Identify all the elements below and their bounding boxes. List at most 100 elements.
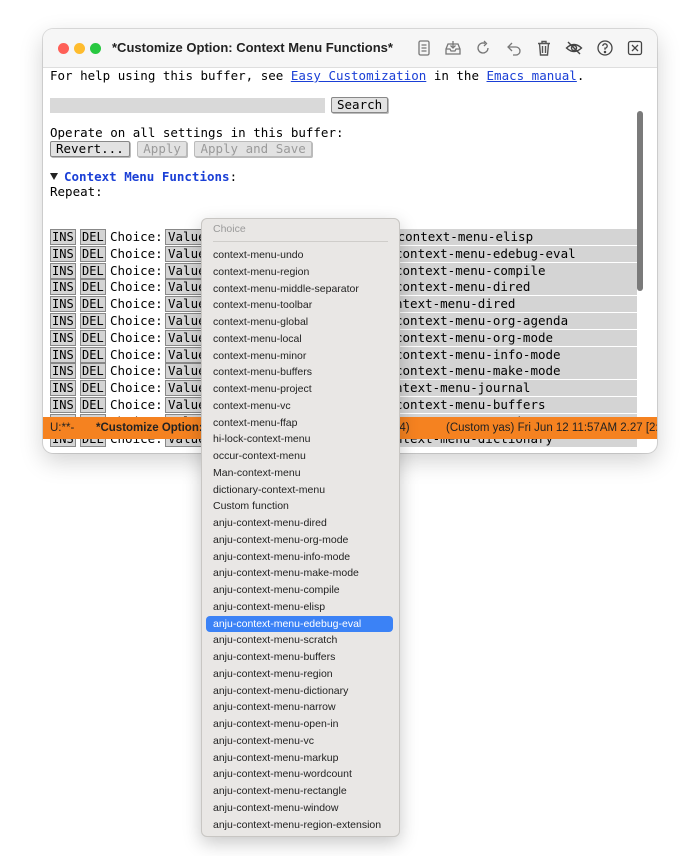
menu-item[interactable]: context-menu-region [206, 264, 393, 280]
menu-item[interactable]: dictionary-context-menu [206, 482, 393, 498]
custom-function-field[interactable]: context-menu-org-mode [395, 329, 637, 346]
undo-icon[interactable] [504, 38, 524, 58]
inbox-download-icon[interactable] [443, 38, 463, 58]
eye-slash-icon[interactable] [564, 38, 584, 58]
search-input[interactable] [50, 98, 325, 113]
menu-item[interactable]: anju-context-menu-edebug-eval [206, 615, 393, 632]
menu-item[interactable]: anju-context-menu-compile [206, 582, 393, 598]
del-button[interactable]: DEL [80, 229, 106, 245]
menu-item[interactable]: hi-lock-context-menu [206, 431, 393, 447]
menu-item[interactable]: anju-context-menu-buffers [206, 649, 393, 665]
menu-item[interactable]: Man-context-menu [206, 465, 393, 481]
ins-button[interactable]: INS [50, 262, 76, 279]
help-text-mid: in the [426, 68, 487, 83]
menu-item[interactable]: anju-context-menu-window [206, 800, 393, 816]
choice-label: Choice: [110, 262, 163, 278]
custom-function-field[interactable]: ntext-menu-dired [395, 296, 637, 313]
menu-item[interactable]: context-menu-ffap [206, 415, 393, 431]
custom-function-field[interactable]: context-menu-compile [395, 262, 637, 279]
del-button[interactable]: DEL [80, 346, 106, 363]
emacs-manual-link[interactable]: Emacs manual [487, 68, 577, 83]
menu-item[interactable]: context-menu-buffers [206, 364, 393, 380]
menu-item[interactable]: anju-context-menu-elisp [206, 599, 393, 615]
refresh-icon[interactable] [473, 38, 493, 58]
section-colon: : [229, 169, 238, 184]
minimize-window-button[interactable] [74, 43, 85, 54]
custom-function-field[interactable]: context-menu-make-mode [395, 363, 637, 380]
ins-button[interactable]: INS [50, 313, 76, 329]
ins-button[interactable]: INS [50, 296, 76, 313]
del-button[interactable]: DEL [80, 329, 106, 346]
search-button[interactable]: Search [331, 97, 389, 113]
menu-item[interactable]: anju-context-menu-org-mode [206, 532, 393, 548]
ins-button[interactable]: INS [50, 380, 76, 397]
trash-icon[interactable] [534, 38, 554, 58]
menu-item[interactable]: anju-context-menu-region-extension [206, 817, 393, 833]
custom-function-field[interactable]: context-menu-edebug-eval [395, 245, 637, 262]
ins-button[interactable]: INS [50, 229, 76, 245]
menu-item[interactable]: anju-context-menu-region [206, 666, 393, 682]
menu-item[interactable]: Custom function [206, 498, 393, 514]
ins-button[interactable]: INS [50, 397, 76, 413]
ins-button[interactable]: INS [50, 329, 76, 346]
menu-item[interactable]: anju-context-menu-make-mode [206, 565, 393, 581]
easy-customization-link[interactable]: Easy Customization [291, 68, 426, 83]
menu-item[interactable]: anju-context-menu-vc [206, 733, 393, 749]
modeline-right-info: (Custom yas) Fri Jun 12 11:57AM 2.27 [2:… [446, 422, 657, 434]
ins-button[interactable]: INS [50, 346, 76, 363]
zoom-window-button[interactable] [90, 43, 101, 54]
del-button[interactable]: DEL [80, 313, 106, 329]
custom-function-field[interactable]: context-menu-dired [395, 279, 637, 296]
menu-item[interactable]: anju-context-menu-dired [206, 515, 393, 531]
del-button[interactable]: DEL [80, 262, 106, 279]
custom-function-field[interactable]: context-menu-org-agenda [395, 313, 637, 329]
custom-function-field[interactable]: ntext-menu-journal [395, 380, 637, 397]
menu-item[interactable]: context-menu-minor [206, 348, 393, 364]
section-heading: Context Menu Functions: [50, 169, 237, 185]
del-button[interactable]: DEL [80, 279, 106, 296]
choice-label: Choice: [110, 296, 163, 312]
window-title: *Customize Option: Context Menu Function… [112, 40, 393, 55]
menu-item[interactable]: occur-context-menu [206, 448, 393, 464]
menu-item[interactable]: context-menu-global [206, 314, 393, 330]
custom-function-field[interactable]: anju-context-menu-elisp [360, 229, 637, 245]
document-icon[interactable] [414, 38, 434, 58]
ins-button[interactable]: INS [50, 245, 76, 262]
ins-button[interactable]: INS [50, 363, 76, 380]
del-button[interactable]: DEL [80, 296, 106, 313]
close-box-icon[interactable] [625, 38, 645, 58]
menu-item[interactable]: context-menu-undo [206, 247, 393, 263]
revert-button[interactable]: Revert... [50, 141, 130, 157]
collapse-triangle-icon[interactable] [50, 173, 58, 180]
del-button[interactable]: DEL [80, 397, 106, 413]
menu-item[interactable]: anju-context-menu-dictionary [206, 683, 393, 699]
menu-separator [213, 241, 388, 242]
menu-item[interactable]: anju-context-menu-info-mode [206, 549, 393, 565]
apply-button[interactable]: Apply [137, 141, 187, 157]
custom-function-field[interactable]: context-menu-buffers [395, 397, 637, 413]
menu-item[interactable]: anju-context-menu-markup [206, 750, 393, 766]
menu-item[interactable]: context-menu-vc [206, 398, 393, 414]
del-button[interactable]: DEL [80, 363, 106, 380]
del-button[interactable]: DEL [80, 245, 106, 262]
menu-item[interactable]: context-menu-local [206, 331, 393, 347]
menu-item[interactable]: anju-context-menu-wordcount [206, 766, 393, 782]
del-button[interactable]: DEL [80, 380, 106, 397]
help-text: For help using this buffer, see [50, 68, 291, 83]
close-window-button[interactable] [58, 43, 69, 54]
custom-function-field[interactable]: context-menu-info-mode [395, 346, 637, 363]
menu-item[interactable]: context-menu-middle-separator [206, 281, 393, 297]
ins-button[interactable]: INS [50, 279, 76, 296]
menu-item[interactable]: anju-context-menu-narrow [206, 699, 393, 715]
menu-item[interactable]: anju-context-menu-open-in [206, 716, 393, 732]
choice-label: Choice: [110, 397, 163, 412]
choice-label: Choice: [110, 329, 163, 345]
menu-item[interactable]: context-menu-project [206, 381, 393, 397]
scrollbar[interactable] [637, 111, 643, 291]
apply-and-save-button[interactable]: Apply and Save [194, 141, 312, 157]
choice-label: Choice: [110, 363, 163, 379]
help-icon[interactable] [595, 38, 615, 58]
menu-item[interactable]: anju-context-menu-rectangle [206, 783, 393, 799]
menu-item[interactable]: anju-context-menu-scratch [206, 632, 393, 648]
menu-item[interactable]: context-menu-toolbar [206, 297, 393, 313]
